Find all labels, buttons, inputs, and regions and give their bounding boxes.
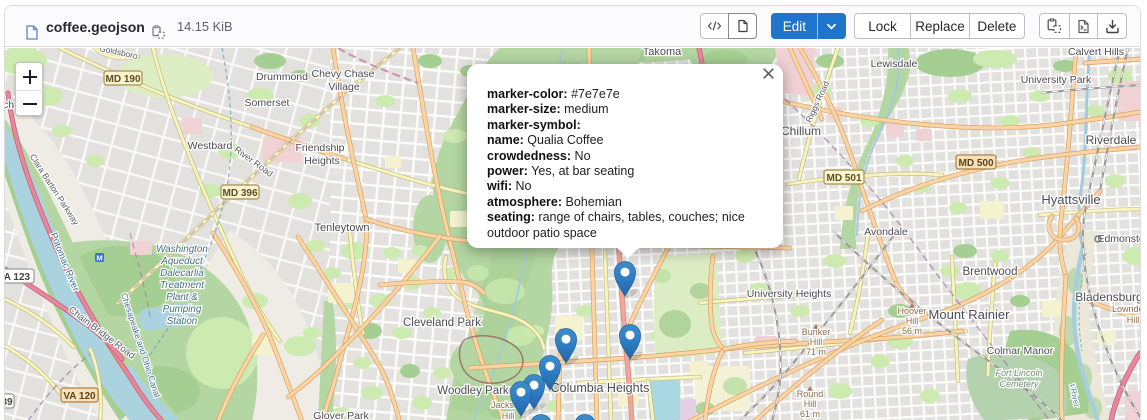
svg-text:MD 396: MD 396 — [222, 188, 257, 199]
svg-text:Drummond: Drummond — [256, 71, 308, 83]
svg-text:Westbard: Westbard — [188, 140, 233, 152]
svg-text:University Park: University Park — [1021, 74, 1092, 86]
svg-text:Bladensburg: Bladensburg — [1075, 290, 1140, 304]
svg-text:Hill: Hill — [804, 399, 817, 409]
svg-text:VA 120: VA 120 — [63, 391, 96, 402]
svg-text:Mount Rainier: Mount Rainier — [929, 307, 1011, 322]
svg-text:Lowndes: Lowndes — [1112, 304, 1140, 314]
svg-text:Somerset: Somerset — [245, 97, 290, 109]
svg-text:Fort Lincoln: Fort Lincoln — [995, 368, 1042, 378]
svg-text:Cemetery: Cemetery — [999, 379, 1039, 389]
svg-text:39: 39 — [5, 397, 13, 408]
svg-text:56 m: 56 m — [902, 326, 922, 336]
svg-text:M: M — [96, 254, 102, 263]
svg-text:Glover Park: Glover Park — [313, 410, 369, 420]
svg-text:Calvert Hills: Calvert Hills — [1068, 48, 1124, 58]
svg-text:Friendship: Friendship — [295, 142, 344, 154]
svg-text:Hill: Hill — [502, 411, 515, 420]
svg-text:Lewisdale: Lewisdale — [871, 58, 918, 70]
svg-text:Woodley Park: Woodley Park — [437, 385, 509, 397]
svg-text:Hill: Hill — [906, 316, 919, 326]
svg-text:Round: Round — [797, 389, 824, 399]
svg-text:Bunker: Bunker — [802, 327, 831, 337]
svg-text:Hill: Hill — [1127, 315, 1140, 325]
svg-text:Edmonston: Edmonston — [1097, 233, 1140, 245]
svg-text:Colmar Manor: Colmar Manor — [987, 345, 1054, 357]
svg-text:71 m: 71 m — [806, 347, 826, 357]
svg-text:Village: Village — [328, 81, 359, 93]
svg-text:MD 190: MD 190 — [105, 74, 140, 85]
svg-text:Hill: Hill — [810, 337, 823, 347]
svg-text:MD 500: MD 500 — [958, 158, 993, 169]
svg-text:Hyattsville: Hyattsville — [1041, 192, 1100, 207]
svg-text:Riverdale: Riverdale — [1086, 133, 1137, 147]
svg-text:Hoover: Hoover — [897, 306, 926, 316]
svg-text:Plant &: Plant & — [166, 292, 198, 303]
svg-text:Aqueduct: Aqueduct — [160, 256, 204, 267]
svg-text:Dalecarlia: Dalecarlia — [160, 268, 204, 279]
svg-text:61 m: 61 m — [800, 409, 820, 419]
svg-text:ch: ch — [5, 99, 14, 111]
svg-text:Washington: Washington — [156, 244, 208, 255]
svg-text:Cleveland Park: Cleveland Park — [403, 317, 481, 329]
svg-text:Brentwood: Brentwood — [963, 266, 1018, 278]
svg-text:Chillum: Chillum — [781, 124, 821, 138]
svg-text:Avondale: Avondale — [864, 226, 908, 238]
svg-text:Treatment: Treatment — [160, 280, 205, 291]
svg-text:Heights: Heights — [304, 155, 340, 167]
svg-text:Pumping: Pumping — [163, 304, 202, 315]
svg-text:Station: Station — [167, 316, 198, 327]
svg-text:Takoma: Takoma — [643, 48, 682, 58]
svg-text:Chevy Chase: Chevy Chase — [311, 68, 374, 80]
svg-text:University Heights: University Heights — [747, 288, 832, 300]
svg-text:VA 123: VA 123 — [5, 272, 31, 283]
svg-text:Tenleytown: Tenleytown — [314, 222, 369, 234]
svg-text:MD 501: MD 501 — [826, 173, 861, 184]
svg-text:Columbia Heights: Columbia Heights — [551, 381, 650, 395]
